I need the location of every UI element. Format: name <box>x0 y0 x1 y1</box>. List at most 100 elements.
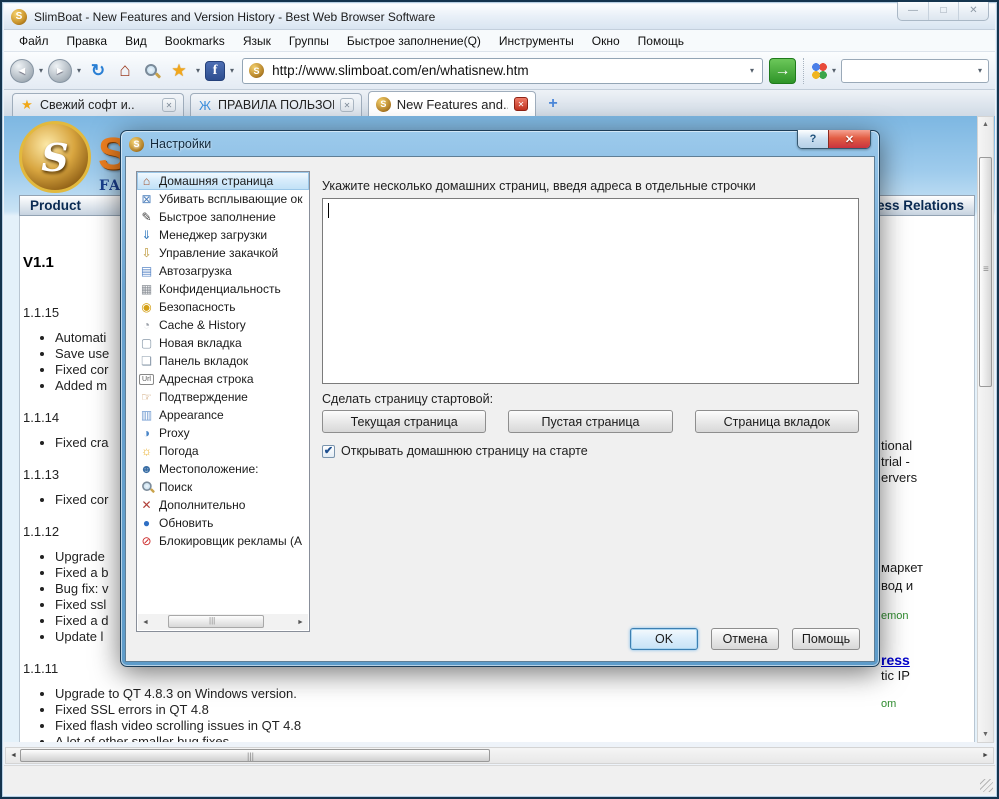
settings-category-item[interactable]: ☞ Подтверждение <box>137 388 309 406</box>
start-page-button-1[interactable]: Текущая страница <box>322 410 487 433</box>
site-nav-left[interactable]: Product <box>30 198 81 213</box>
page-link[interactable]: ress <box>881 652 981 668</box>
horizontal-scroll-thumb[interactable] <box>20 749 490 762</box>
new-tab-button[interactable]: + <box>542 93 564 114</box>
start-page-button-3[interactable]: Страница вкладок <box>694 410 859 433</box>
magnifier-icon <box>141 480 153 494</box>
menu-item[interactable]: Окно <box>583 31 629 51</box>
dialog-title: Настройки <box>150 137 212 151</box>
back-dropdown-icon[interactable]: ▾ <box>37 66 45 75</box>
category-scroll-thumb[interactable] <box>168 615 264 628</box>
settings-category-item[interactable]: ▢ Новая вкладка <box>137 334 309 352</box>
address-bar[interactable]: S ▾ <box>242 57 763 84</box>
settings-category-item[interactable]: ◉ Безопасность <box>137 298 309 316</box>
forward-button[interactable]: ► <box>48 58 73 83</box>
vertical-scroll-thumb[interactable] <box>979 157 992 387</box>
maximize-icon[interactable]: □ <box>928 2 958 20</box>
settings-category-item[interactable]: ◑ Proxy <box>137 424 309 442</box>
settings-category-item[interactable]: ✎ Быстрое заполнение <box>137 208 309 226</box>
settings-category-item[interactable]: ⇓ Менеджер загрузки <box>137 226 309 244</box>
menu-item[interactable]: Помощь <box>629 31 693 51</box>
home-button[interactable]: ⌂ <box>113 59 137 83</box>
address-input[interactable] <box>270 62 742 79</box>
tab-close-icon[interactable]: ✕ <box>340 98 354 112</box>
web-search-box[interactable]: ▾ <box>841 58 989 83</box>
resize-grip[interactable] <box>980 779 993 792</box>
favorites-button[interactable]: ★ <box>167 59 191 83</box>
url-bar-icon: Url <box>139 373 154 385</box>
tab-3[interactable]: S New Features and.. ✕ <box>368 91 536 116</box>
scroll-right-icon[interactable]: ► <box>293 615 308 630</box>
menu-item[interactable]: Файл <box>10 31 58 51</box>
tab-2[interactable]: Ж ПРАВИЛА ПОЛЬЗОВА... ✕ <box>190 93 362 116</box>
web-search-input[interactable] <box>846 62 976 79</box>
back-button[interactable]: ◄ <box>10 58 34 83</box>
menu-item[interactable]: Вид <box>116 31 156 51</box>
settings-dialog: S Настройки ? ✕ ⌂ Домашняя страница ⊠ Убива… <box>120 130 880 667</box>
close-icon[interactable]: ✕ <box>958 2 988 20</box>
change-item: Fixed flash video scrolling issues in QT… <box>55 718 873 734</box>
minimize-icon[interactable]: — <box>898 2 928 20</box>
cancel-button[interactable]: Отмена <box>711 628 779 650</box>
help-button[interactable]: Помощь <box>792 628 860 650</box>
menu-item[interactable]: Язык <box>234 31 280 51</box>
search-engine-dropdown-icon[interactable]: ▾ <box>830 66 838 75</box>
download-control-icon: ⇩ <box>141 245 152 260</box>
settings-category-item[interactable]: ⊠ Убивать всплывающие ок <box>137 190 309 208</box>
open-home-checkbox[interactable]: ✔ <box>322 444 335 458</box>
tab-close-icon[interactable]: ✕ <box>514 97 528 111</box>
scroll-right-icon[interactable]: ► <box>978 748 993 763</box>
scroll-down-icon[interactable]: ▼ <box>978 727 993 742</box>
category-list-scrollbar[interactable]: ◄ ► <box>138 614 308 630</box>
settings-category-item[interactable]: ☻ Местоположение: <box>137 460 309 478</box>
text-caret <box>328 203 329 218</box>
category-label: Обновить <box>159 516 214 530</box>
autostart-icon: ▤ <box>140 263 153 278</box>
ok-button[interactable]: OK <box>630 628 698 650</box>
settings-category-item[interactable]: ⊘ Блокировщик рекламы (А <box>137 532 309 550</box>
settings-category-item[interactable]: ⌂ Домашняя страница <box>137 172 309 190</box>
homepages-textarea[interactable] <box>322 198 859 384</box>
version-changes-list: Upgrade to QT 4.8.3 on Windows version.F… <box>23 686 873 742</box>
search-button[interactable] <box>140 59 164 83</box>
settings-category-item[interactable]: ▦ Конфиденциальность <box>137 280 309 298</box>
go-button[interactable]: → <box>768 57 796 84</box>
scroll-up-icon[interactable]: ▲ <box>978 117 993 132</box>
window-titlebar: S SlimBoat - New Features and Version Hi… <box>4 4 995 30</box>
page-horizontal-scrollbar[interactable]: ◄ ► <box>5 747 994 764</box>
settings-category-item[interactable]: ● Обновить <box>137 514 309 532</box>
menu-item[interactable]: Инструменты <box>490 31 583 51</box>
settings-category-item[interactable]: ✕ Дополнительно <box>137 496 309 514</box>
settings-category-item[interactable]: Поиск <box>137 478 309 496</box>
settings-category-item[interactable]: ⇩ Управление закачкой <box>137 244 309 262</box>
settings-category-item[interactable]: ◔ Cache & History <box>137 316 309 334</box>
dialog-close-button[interactable]: ✕ <box>828 130 870 148</box>
menu-item[interactable]: Правка <box>58 31 117 51</box>
settings-category-item[interactable]: ❏ Панель вкладок <box>137 352 309 370</box>
tab-1[interactable]: ★ Свежий софт и.. ✕ <box>12 93 184 116</box>
page-text-line: tic IP <box>881 668 910 683</box>
tab-close-icon[interactable]: ✕ <box>162 98 176 112</box>
page-vertical-scrollbar[interactable]: ▲ ▼ <box>977 116 994 743</box>
right-column-block: om <box>881 696 981 712</box>
menu-item[interactable]: Bookmarks <box>156 31 234 51</box>
facebook-dropdown-icon[interactable]: ▾ <box>228 66 236 75</box>
settings-category-item[interactable]: ▤ Автозагрузка <box>137 262 309 280</box>
forward-dropdown-icon[interactable]: ▾ <box>75 66 83 75</box>
settings-category-item[interactable]: Url Адресная строка <box>137 370 309 388</box>
menu-item[interactable]: Быстрое заполнение(Q) <box>338 31 490 51</box>
menu-item[interactable]: Группы <box>280 31 338 51</box>
facebook-button[interactable]: f <box>205 60 226 81</box>
start-page-button-2[interactable]: Пустая страница <box>508 410 673 433</box>
address-dropdown-icon[interactable]: ▾ <box>748 66 756 75</box>
scroll-left-icon[interactable]: ◄ <box>138 615 153 630</box>
search-dropdown-icon[interactable]: ▾ <box>976 66 984 75</box>
favorites-dropdown-icon[interactable]: ▾ <box>194 66 202 75</box>
settings-category-item[interactable]: ☼ Погода <box>137 442 309 460</box>
scroll-left-icon[interactable]: ◄ <box>6 748 21 763</box>
refresh-button[interactable]: ↻ <box>86 59 110 83</box>
settings-category-item[interactable]: ▥ Appearance <box>137 406 309 424</box>
google-search-icon[interactable] <box>810 62 827 79</box>
site-nav-right[interactable]: ness Relations <box>869 198 964 213</box>
dialog-help-button[interactable]: ? <box>798 130 828 148</box>
